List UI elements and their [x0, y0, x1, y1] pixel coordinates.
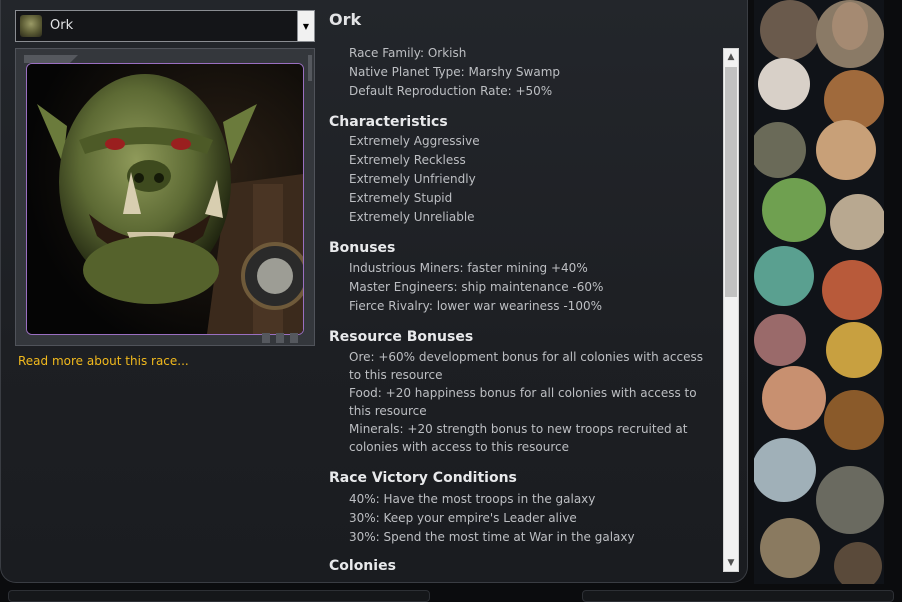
- resource-bonus-item: Food: +20 happiness bonus for all coloni…: [349, 386, 697, 418]
- characteristic-item: Extremely Stupid: [349, 191, 453, 205]
- bottom-bar-left: [8, 590, 430, 602]
- characteristic-item: Extremely Aggressive: [349, 134, 480, 148]
- race-info-panel: Ork ▼ Read more about this race... Ork R…: [0, 0, 748, 583]
- bottom-bar-right: [582, 590, 894, 602]
- arrow-up-icon[interactable]: ▲: [724, 49, 738, 65]
- race-gallery-strip: [754, 0, 884, 584]
- victory-condition-item: 30%: Keep your empire's Leader alive: [349, 511, 577, 525]
- victory-conditions-heading: Race Victory Conditions: [329, 470, 517, 486]
- ork-portrait-image: [27, 64, 303, 334]
- reproduction-rate: Default Reproduction Rate: +50%: [349, 84, 553, 98]
- frame-tab-decoration: [24, 55, 78, 63]
- race-thumbnail-icon: [20, 15, 42, 37]
- characteristics-heading: Characteristics: [329, 114, 448, 130]
- frame-dot-decoration: [276, 333, 284, 343]
- race-portrait-frame: [15, 48, 315, 346]
- scrollbar-thumb[interactable]: [725, 67, 737, 297]
- race-portrait: [26, 63, 304, 335]
- native-planet-type: Native Planet Type: Marshy Swamp: [349, 65, 561, 79]
- bonus-item: Fierce Rivalry: lower war weariness -100…: [349, 299, 602, 313]
- victory-condition-item: 40%: Have the most troops in the galaxy: [349, 492, 596, 506]
- read-more-link[interactable]: Read more about this race...: [18, 354, 189, 368]
- frame-dot-decoration: [262, 333, 270, 343]
- bonus-item: Master Engineers: ship maintenance -60%: [349, 280, 604, 294]
- chevron-down-icon[interactable]: ▼: [297, 11, 314, 41]
- characteristic-item: Extremely Unreliable: [349, 210, 475, 224]
- victory-condition-item: 30%: Spend the most time at War in the g…: [349, 530, 635, 544]
- bonus-item: Industrious Miners: faster mining +40%: [349, 261, 588, 275]
- arrow-down-icon[interactable]: ▼: [724, 555, 738, 571]
- race-title: Ork: [329, 10, 362, 29]
- bonuses-heading: Bonuses: [329, 240, 396, 256]
- frame-scroll-decoration: [308, 55, 312, 81]
- resource-bonuses-heading: Resource Bonuses: [329, 329, 474, 345]
- frame-dot-decoration: [290, 333, 298, 343]
- race-gallery-image: [754, 0, 884, 584]
- colonies-heading: Colonies: [329, 558, 396, 574]
- race-select-dropdown[interactable]: Ork ▼: [15, 10, 315, 42]
- details-scrollbar[interactable]: ▲ ▼: [723, 48, 739, 572]
- characteristic-item: Extremely Reckless: [349, 153, 466, 167]
- frame-bottom-decoration: [16, 331, 314, 345]
- race-family: Race Family: Orkish: [349, 46, 467, 60]
- characteristic-item: Extremely Unfriendly: [349, 172, 476, 186]
- race-select-value: Ork: [50, 18, 74, 33]
- resource-bonus-item: Minerals: +20 strength bonus to new troo…: [349, 422, 688, 454]
- resource-bonus-item: Ore: +60% development bonus for all colo…: [349, 350, 703, 382]
- race-details: Race Family: Orkish Native Planet Type: …: [329, 44, 721, 574]
